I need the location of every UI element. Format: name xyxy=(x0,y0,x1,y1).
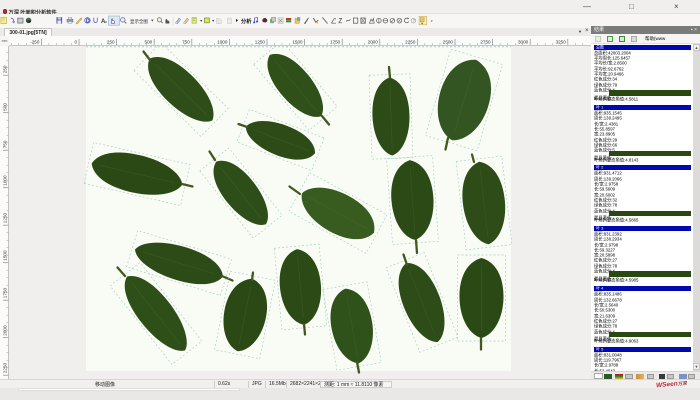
svg-text:500: 500 xyxy=(3,103,8,111)
svg-text:1500: 1500 xyxy=(292,40,303,45)
svg-text:250: 250 xyxy=(107,40,115,45)
svg-text:250: 250 xyxy=(3,65,8,73)
svg-text:1000: 1000 xyxy=(217,40,228,45)
svg-text:D: D xyxy=(86,18,90,24)
svg-text:-250: -250 xyxy=(30,40,40,45)
svg-text:2000: 2000 xyxy=(368,40,379,45)
svg-text:0: 0 xyxy=(74,40,77,45)
svg-text:1750: 1750 xyxy=(330,40,341,45)
svg-text:显示全图: 显示全图 xyxy=(130,18,148,25)
svg-text:3000: 3000 xyxy=(518,40,529,45)
svg-text:3250: 3250 xyxy=(556,40,567,45)
svg-text:2750: 2750 xyxy=(480,40,491,45)
svg-text:1250: 1250 xyxy=(255,40,266,45)
svg-text:750: 750 xyxy=(182,40,190,45)
svg-text:750: 750 xyxy=(3,140,8,148)
svg-text:2250: 2250 xyxy=(405,40,416,45)
svg-text:2500: 2500 xyxy=(443,40,454,45)
svg-text:500: 500 xyxy=(145,40,153,45)
